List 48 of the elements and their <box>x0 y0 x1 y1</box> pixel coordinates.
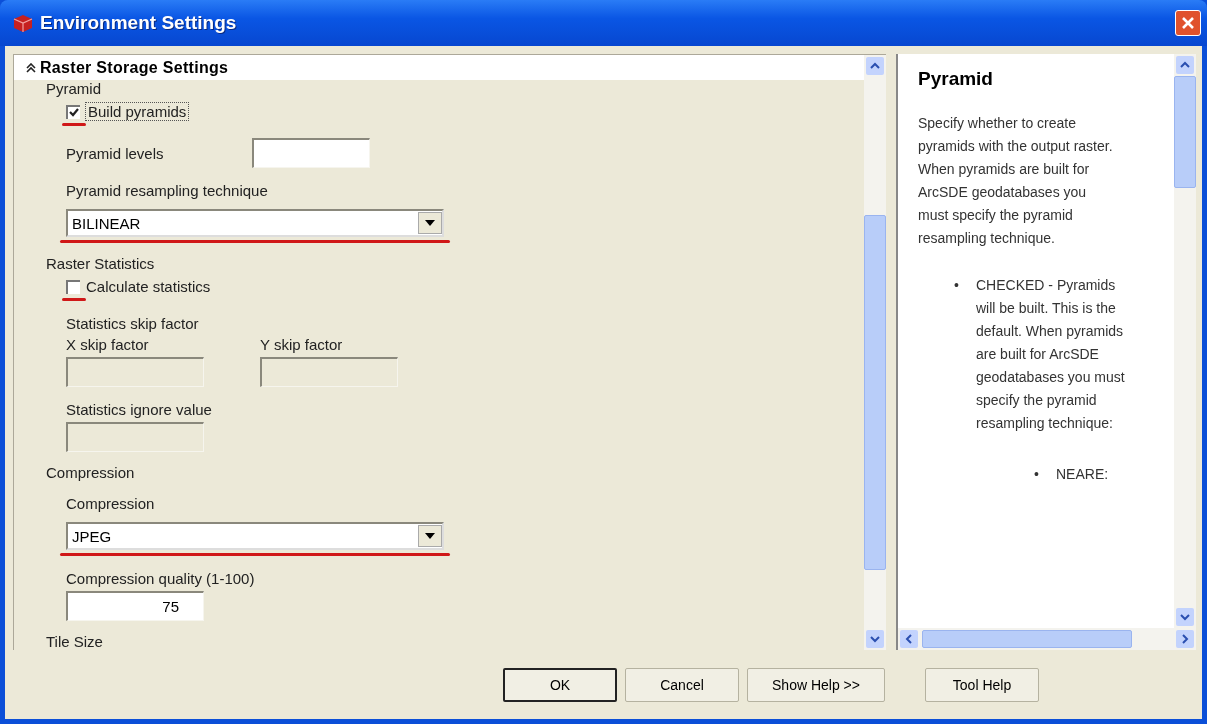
dropdown[interactable]: BILINEAR <box>66 209 444 237</box>
checkbox-box[interactable] <box>66 104 80 119</box>
group-label: Pyramid <box>46 80 102 97</box>
dialog-button[interactable]: Show Help >> <box>747 667 885 702</box>
scroll-up-icon[interactable] <box>1176 56 1194 74</box>
group-label: Raster Statistics <box>46 255 156 272</box>
input-field[interactable] <box>252 138 370 168</box>
checkbox[interactable]: Calculate statistics <box>66 278 864 295</box>
field-label: Statistics ignore value <box>66 401 213 418</box>
scroll-thumb[interactable] <box>922 630 1132 648</box>
vertical-scrollbar[interactable] <box>864 55 886 650</box>
vertical-scrollbar[interactable] <box>1174 54 1196 628</box>
group-label: Compression <box>46 464 136 481</box>
bullet-marker: • <box>954 276 960 295</box>
scroll-left-icon[interactable] <box>900 630 918 648</box>
help-bullet: NEARE: <box>1056 465 1109 484</box>
section-header[interactable]: Raster Storage Settings <box>14 55 864 80</box>
field-label: Compression <box>66 495 156 512</box>
scroll-up-icon[interactable] <box>866 57 884 75</box>
scroll-thumb[interactable] <box>864 215 886 570</box>
scroll-down-icon[interactable] <box>866 630 884 648</box>
app-icon <box>12 13 34 33</box>
field-label: Pyramid levels <box>66 144 165 162</box>
close-button[interactable] <box>1175 10 1201 36</box>
dropdown[interactable]: JPEG <box>66 522 444 550</box>
checkbox[interactable]: Build pyramids <box>66 103 864 120</box>
collapse-icon <box>26 62 36 73</box>
help-bullet: CHECKED - Pyramids will be built. This is the default. When pyramids are built for ArcSDE geodatabases you must specify the pyramid resampling technique: <box>976 276 1126 433</box>
field-label: X skip factor <box>66 336 150 353</box>
field-label: Compression quality (1-100) <box>66 570 256 587</box>
field-label: Y skip factor <box>260 336 344 353</box>
dialog-button[interactable]: Cancel <box>625 667 739 702</box>
close-icon <box>1181 16 1195 30</box>
input-field[interactable]: 75 <box>66 591 204 621</box>
scroll-right-icon[interactable] <box>1176 630 1194 648</box>
scroll-thumb[interactable] <box>1174 76 1196 188</box>
checkbox-box[interactable] <box>66 279 80 294</box>
horizontal-scrollbar[interactable] <box>898 628 1196 650</box>
field-label: Statistics skip factor <box>66 315 200 332</box>
field-label: Pyramid resampling technique <box>66 182 269 199</box>
help-title: Pyramid <box>918 68 994 90</box>
scroll-down-icon[interactable] <box>1176 608 1194 626</box>
dialog-button[interactable]: OK <box>503 667 617 702</box>
dialog-button[interactable]: Tool Help <box>925 667 1039 702</box>
window-title: Environment Settings <box>40 12 238 34</box>
help-paragraph: Specify whether to create pyramids with the output raster. When pyramids are built for ArcSDE geodatabases you must specify the pyramid resampling technique. <box>918 114 1114 248</box>
bullet-marker: • <box>1034 465 1040 484</box>
group-label: Tile Size <box>46 633 104 650</box>
